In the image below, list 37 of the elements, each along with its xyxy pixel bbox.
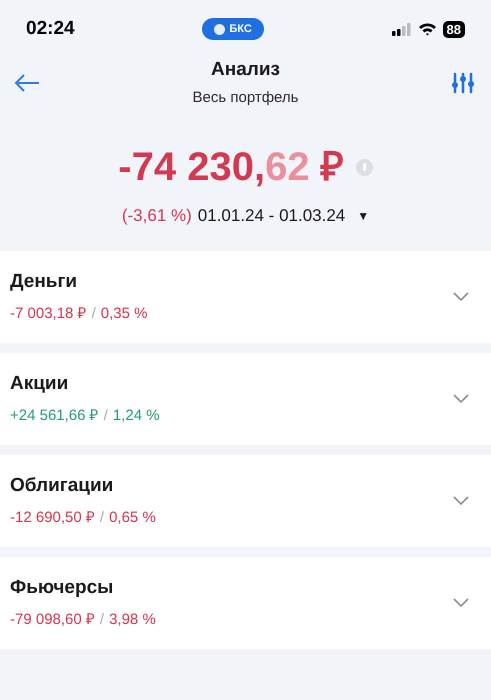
screen-title: Анализ bbox=[211, 58, 280, 82]
category-name: Акции bbox=[10, 372, 70, 396]
category-name: Деньги bbox=[10, 270, 78, 294]
wifi-icon bbox=[418, 22, 437, 36]
category-share: 0,35 % bbox=[100, 304, 148, 324]
category-name: Облигации bbox=[10, 474, 114, 498]
battery-indicator: 88 bbox=[442, 20, 465, 38]
category-amount: +24 561,66 ₽ bbox=[10, 406, 99, 426]
chevron-icon[interactable] bbox=[453, 496, 469, 506]
chevron-icon[interactable] bbox=[453, 394, 469, 404]
separator-slash: / bbox=[104, 406, 108, 426]
app-pill: БКС bbox=[202, 18, 264, 40]
back-arrow-icon bbox=[14, 72, 40, 92]
screen-subtitle: Весь портфель bbox=[192, 88, 298, 108]
category-amount: -7 003,18 ₽ bbox=[10, 304, 87, 324]
category-card[interactable]: Облигации -12 690,50 ₽ / 0,65 % bbox=[0, 454, 491, 546]
chevron-icon[interactable] bbox=[453, 598, 469, 608]
category-share: 1,24 % bbox=[112, 406, 160, 426]
signal-icon bbox=[392, 22, 412, 36]
category-amount: -79 098,60 ₽ bbox=[10, 610, 95, 630]
separator-slash: / bbox=[100, 508, 104, 528]
sliders-icon bbox=[451, 72, 475, 94]
total-result: -74 230,62 ₽ bbox=[118, 144, 344, 191]
category-share: 0,65 % bbox=[109, 508, 156, 528]
chevron-icon[interactable] bbox=[453, 292, 469, 302]
category-card[interactable]: Деньги -7 003,18 ₽ / 0,35 % bbox=[0, 250, 491, 342]
globe-icon bbox=[214, 24, 226, 34]
category-card[interactable]: Фьючерсы -79 098,60 ₽ / 3,98 % bbox=[0, 556, 491, 648]
category-amount: -12 690,50 ₽ bbox=[10, 508, 95, 528]
category-share: 3,98 % bbox=[109, 610, 156, 630]
total-change: (-3,61 %) bbox=[122, 205, 192, 227]
category-card[interactable]: Акции +24 561,66 ₽ / 1,24 % bbox=[0, 352, 491, 444]
separator-slash: / bbox=[92, 304, 96, 324]
status-time: 02:24 bbox=[26, 16, 75, 41]
category-name: Фьючерсы bbox=[10, 576, 114, 600]
separator-slash: / bbox=[100, 610, 104, 630]
period-selector[interactable]: 01.01.24 - 01.03.24 ▼ bbox=[198, 203, 370, 228]
